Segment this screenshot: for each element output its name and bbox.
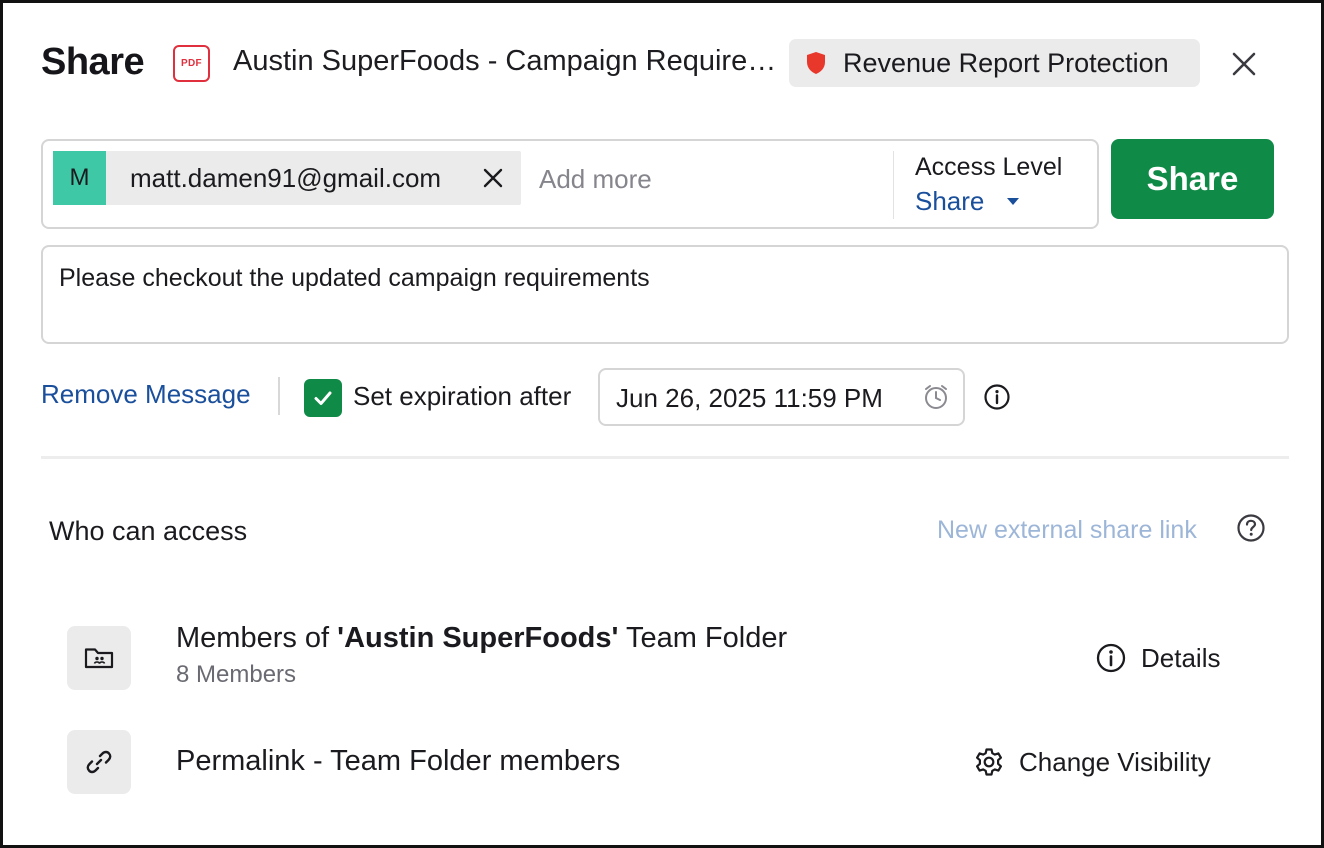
message-textarea[interactable]: Please checkout the updated campaign req… [41, 245, 1289, 344]
details-button[interactable]: Details [1095, 642, 1220, 674]
change-visibility-button[interactable]: Change Visibility [973, 746, 1211, 778]
pdf-icon-label: PDF [181, 58, 202, 69]
access-level-label: Access Level [915, 153, 1063, 181]
pdf-file-icon: PDF [173, 45, 210, 82]
expiration-label: Set expiration after [353, 381, 572, 411]
protection-badge-label: Revenue Report Protection [843, 47, 1169, 78]
info-icon[interactable] [983, 383, 1011, 411]
access-divider [893, 151, 894, 219]
team-folder-title-prefix: Members of [176, 622, 338, 654]
who-can-access-title: Who can access [49, 516, 248, 546]
options-divider [278, 377, 280, 415]
recipient-field[interactable]: M matt.damen91@gmail.com Access Level Sh… [41, 139, 1099, 229]
share-dialog: Share PDF Austin SuperFoods - Campaign R… [0, 0, 1324, 848]
close-icon[interactable] [1225, 45, 1263, 83]
team-folder-icon-tile [67, 626, 131, 690]
gear-icon [976, 748, 1002, 776]
link-icon [86, 750, 112, 774]
file-name: Austin SuperFoods - Campaign Requirement… [233, 45, 777, 77]
checkmark-icon [314, 391, 332, 405]
team-folder-title-suffix: Team Folder [618, 622, 788, 654]
recipient-email: matt.damen91@gmail.com [130, 162, 442, 193]
expiration-date-value: Jun 26, 2025 11:59 PM [616, 383, 883, 413]
link-icon-tile [67, 730, 131, 794]
access-level-value: Share [915, 186, 985, 216]
expiration-checkbox[interactable] [304, 379, 342, 417]
alarm-clock-icon[interactable] [922, 383, 950, 411]
team-folder-icon [84, 648, 114, 669]
team-folder-members-title: Members of 'Austin SuperFoods' Team Fold… [176, 622, 787, 655]
shield-icon [807, 52, 825, 74]
new-external-share-link[interactable]: New external share link [937, 516, 1197, 545]
members-count: 8 Members [176, 661, 297, 688]
add-more-input[interactable] [539, 159, 879, 199]
access-level-dropdown[interactable]: Share [915, 186, 1020, 217]
section-divider [41, 456, 1289, 459]
info-icon [1096, 643, 1126, 673]
permalink-title: Permalink - Team Folder members [176, 745, 621, 777]
remove-chip-icon[interactable] [481, 166, 505, 190]
change-visibility-label: Change Visibility [1019, 746, 1211, 777]
expiration-date-field[interactable]: Jun 26, 2025 11:59 PM [598, 368, 965, 426]
team-folder-name: 'Austin SuperFoods' [337, 622, 619, 654]
protection-badge[interactable]: Revenue Report Protection [789, 39, 1200, 87]
share-button[interactable]: Share [1111, 139, 1274, 219]
caret-down-icon [1007, 198, 1020, 205]
avatar: M [53, 151, 106, 205]
details-label: Details [1141, 642, 1221, 673]
dialog-title: Share [41, 41, 145, 83]
remove-message-link[interactable]: Remove Message [41, 379, 251, 410]
question-icon[interactable] [1236, 513, 1266, 543]
recipient-chip: M matt.damen91@gmail.com [53, 151, 521, 205]
